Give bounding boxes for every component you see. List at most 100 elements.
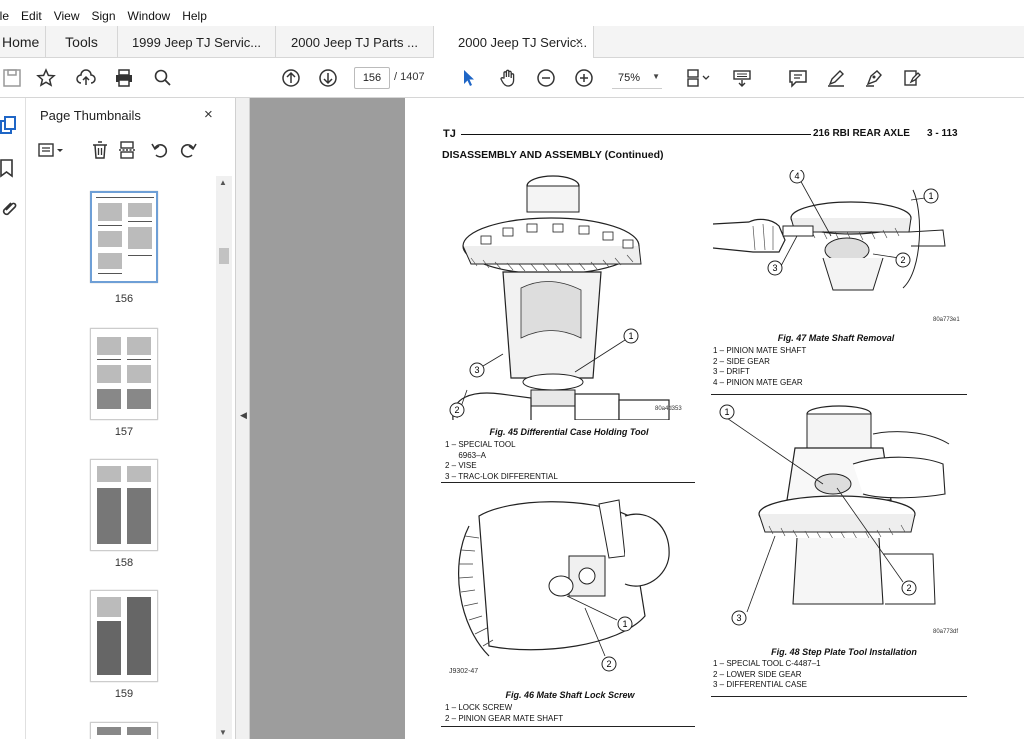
attachments-icon[interactable] [0, 198, 20, 218]
panel-splitter[interactable]: ◀ [236, 98, 250, 739]
figure-46-illustration: 1 2 [458, 499, 670, 672]
thumbnail-options-icon[interactable] [38, 140, 66, 160]
page-header-title: 216 RBI REAR AXLE [813, 128, 910, 139]
zoom-in-icon[interactable] [572, 66, 596, 90]
menu-view[interactable]: View [54, 9, 80, 23]
figure-45-illustration: 1 3 2 [449, 175, 670, 420]
thumbnail-page-157[interactable] [90, 328, 158, 420]
select-cursor-icon[interactable] [456, 66, 480, 90]
fig47-callout-1: 1 [928, 191, 933, 201]
document-viewer[interactable]: TJ 216 RBI REAR AXLE 3 - 113 DISASSEMBLY… [250, 98, 1024, 739]
thumbnail-page-156[interactable] [90, 191, 158, 283]
hand-tool-icon[interactable] [496, 66, 520, 90]
menu-edit[interactable]: Edit [21, 9, 42, 23]
delete-icon[interactable] [90, 140, 110, 160]
thumbnail-list: 156 157 158 159 [38, 174, 216, 739]
fig47-callout-4: 4 [794, 171, 799, 181]
rotate-right-icon[interactable] [178, 140, 198, 160]
fig46-callout-1: 1 [622, 619, 627, 629]
fig45-rule [441, 482, 695, 483]
bookmark-star-icon[interactable] [34, 66, 58, 90]
thumbnails-toolbar [38, 138, 228, 164]
draw-sign-icon[interactable] [862, 66, 886, 90]
close-icon[interactable]: × [204, 106, 213, 123]
rotate-left-icon[interactable] [150, 140, 170, 160]
thumbnail-page-159[interactable] [90, 590, 158, 682]
menu-file[interactable]: ile [0, 9, 9, 23]
thumbnail-page-158[interactable] [90, 459, 158, 551]
fig48-callout-1: 1 [724, 407, 729, 417]
edit-pdf-icon[interactable] [900, 66, 924, 90]
page-fit-icon[interactable] [684, 66, 714, 90]
menu-window[interactable]: Window [128, 9, 171, 23]
scroll-up-icon[interactable]: ▲ [219, 178, 227, 187]
previous-page-icon[interactable] [279, 66, 303, 90]
left-rail [0, 98, 26, 739]
pdf-viewer-app: ile Edit View Sign Window Help Home Tool… [0, 0, 1024, 739]
fig47-code: 80a773e1 [933, 317, 960, 323]
figure-48-illustration: 1 2 3 [719, 404, 950, 626]
next-page-icon[interactable] [316, 66, 340, 90]
zoom-level-select[interactable]: 75% ▼ [612, 67, 662, 89]
comment-icon[interactable] [786, 66, 810, 90]
fig45-callout-3: 3 [474, 365, 479, 375]
save-icon[interactable] [0, 66, 24, 90]
tab-document-3-active[interactable]: 2000 Jeep TJ Servic... × [434, 26, 594, 59]
page-number-input[interactable]: 156 [354, 67, 390, 89]
fig48-callout-3: 3 [736, 613, 741, 623]
fig48-caption: Fig. 48 Step Plate Tool Installation [771, 647, 917, 657]
header-rule [461, 134, 811, 135]
fig45-callout-2: 2 [454, 405, 459, 415]
fig46-legend: 1 – LOCK SCREW 2 – PINION GEAR MATE SHAF… [445, 703, 564, 723]
section-heading: DISASSEMBLY AND ASSEMBLY (Continued) [442, 149, 664, 161]
fig45-caption: Fig. 45 Differential Case Holding Tool [489, 427, 649, 437]
page-header-model: TJ [443, 128, 456, 140]
figure-47-illustration: 1 2 3 4 [713, 170, 946, 291]
chevron-down-icon: ▼ [652, 72, 660, 81]
zoom-level-value: 75% [618, 71, 641, 84]
scrollbar-thumb[interactable] [219, 248, 229, 264]
fig48-legend: 1 – SPECIAL TOOL C-4487–1 2 – LOWER SIDE… [713, 659, 821, 689]
fig45-legend: 1 – SPECIAL TOOL 6963–A 2 – VISE 3 – TRA… [445, 440, 558, 481]
zoom-out-icon[interactable] [534, 66, 558, 90]
thumbnail-page-160[interactable] [90, 722, 158, 739]
thumbnail-label-156: 156 [114, 293, 134, 305]
pdf-page: TJ 216 RBI REAR AXLE 3 - 113 DISASSEMBLY… [405, 98, 1024, 739]
collapse-panel-icon[interactable]: ◀ [240, 410, 247, 421]
main-toolbar: 156 / 1407 75% ▼ [0, 58, 1024, 98]
menu-sign[interactable]: Sign [92, 9, 116, 23]
keyboard-scroll-icon[interactable] [730, 66, 754, 90]
print-icon[interactable] [112, 66, 136, 90]
page-total: / 1407 [394, 71, 425, 83]
menu-bar: ile Edit View Sign Window Help [0, 6, 1024, 26]
upload-cloud-icon[interactable] [74, 66, 98, 90]
fig48-callout-2: 2 [906, 583, 911, 593]
highlight-pen-icon[interactable] [824, 66, 848, 90]
fig47-callout-3: 3 [772, 263, 777, 273]
tab-tools[interactable]: Tools [46, 26, 118, 58]
search-icon[interactable] [151, 66, 175, 90]
tab-document-2[interactable]: 2000 Jeep TJ Parts ... [276, 26, 434, 58]
fig46-rule [441, 726, 695, 727]
page-header-number: 3 - 113 [927, 128, 958, 139]
thumbnails-panel: Page Thumbnails × 156 157 158 159 ▲ ▼ [26, 98, 236, 739]
thumbnail-scrollbar[interactable]: ▲ ▼ [216, 176, 232, 739]
bookmarks-icon[interactable] [0, 158, 20, 178]
fig46-caption: Fig. 46 Mate Shaft Lock Screw [505, 690, 635, 700]
close-tab-icon[interactable]: × [575, 34, 583, 49]
thumbnail-label-158: 158 [114, 557, 134, 569]
fig45-callout-1: 1 [628, 331, 633, 341]
fig48-code: 80a773df [933, 629, 959, 635]
fig47-caption: Fig. 47 Mate Shaft Removal [777, 333, 895, 343]
tab-document-3-label: 2000 Jeep TJ Servic... [458, 34, 588, 50]
thumbnails-panel-title: Page Thumbnails [40, 108, 141, 123]
fig45-code: 80a4d353 [655, 406, 682, 412]
page-thumbnails-icon[interactable] [0, 116, 20, 136]
menu-help[interactable]: Help [182, 9, 207, 23]
fig48-rule [711, 696, 967, 697]
tab-home[interactable]: Home [0, 26, 46, 58]
extract-pages-icon[interactable] [118, 140, 138, 160]
scroll-down-icon[interactable]: ▼ [219, 728, 227, 737]
fig47-callout-2: 2 [900, 255, 905, 265]
tab-document-1[interactable]: 1999 Jeep TJ Servic... [118, 26, 276, 58]
